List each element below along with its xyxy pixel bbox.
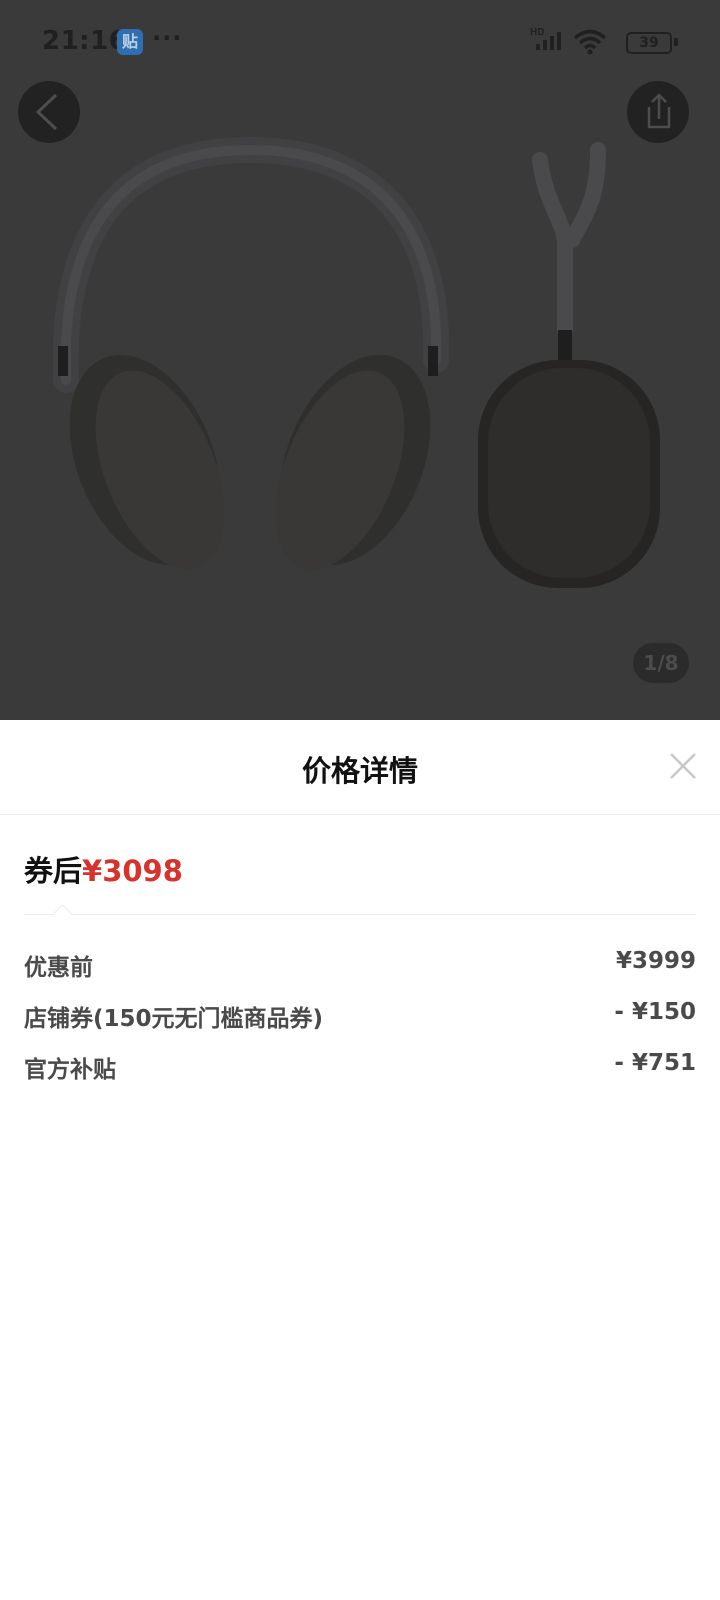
sheet-header: 价格详情 — [0, 720, 720, 815]
network-label: HD — [530, 27, 544, 38]
back-button[interactable] — [18, 81, 80, 143]
price-row-value: ¥3999 — [615, 948, 696, 974]
close-icon — [670, 753, 696, 779]
battery-tip — [674, 38, 678, 46]
wifi-icon — [573, 29, 607, 55]
product-gallery[interactable]: 21:16 贴 ··· HD 39 1/8 — [0, 0, 720, 720]
more-notifications-icon: ··· — [152, 24, 183, 52]
status-time: 21:16 — [42, 26, 128, 56]
price-detail-sheet: 价格详情 券后¥3098 优惠前 ¥3999 店铺券(150元无门槛商品券) -… — [0, 720, 720, 1600]
price-row-value: - ¥751 — [614, 1050, 696, 1076]
image-counter: 1/8 — [633, 643, 689, 683]
price-breakdown: 优惠前 ¥3999 店铺券(150元无门槛商品券) - ¥150 官方补贴 - … — [24, 942, 696, 1095]
sheet-title: 价格详情 — [301, 754, 418, 788]
price-row-label: 官方补贴 — [24, 1057, 116, 1083]
product-image — [52, 136, 660, 588]
price-row-label: 优惠前 — [24, 955, 93, 981]
battery-icon: 39 — [626, 32, 672, 54]
price-row-official-subsidy: 官方补贴 - ¥751 — [24, 1044, 696, 1095]
price-row-store-coupon: 店铺券(150元无门槛商品券) - ¥150 — [24, 993, 696, 1044]
share-button[interactable] — [627, 81, 689, 143]
app-notification-icon: 贴 — [117, 29, 143, 55]
share-icon — [647, 93, 671, 129]
price-row-original: 优惠前 ¥3999 — [24, 942, 696, 993]
chevron-left-icon — [35, 93, 58, 131]
divider — [24, 914, 696, 915]
price-row-label: 店铺券(150元无门槛商品券) — [24, 1006, 324, 1032]
status-bar: 21:16 贴 ··· HD 39 — [0, 0, 720, 84]
signal-icon: HD — [530, 27, 561, 50]
close-button[interactable] — [668, 751, 698, 781]
final-price: 券后¥3098 — [24, 848, 183, 890]
final-price-amount: ¥3098 — [82, 854, 183, 888]
final-price-label: 券后 — [24, 854, 83, 888]
price-row-value: - ¥150 — [614, 999, 696, 1025]
divider-notch — [53, 904, 72, 923]
